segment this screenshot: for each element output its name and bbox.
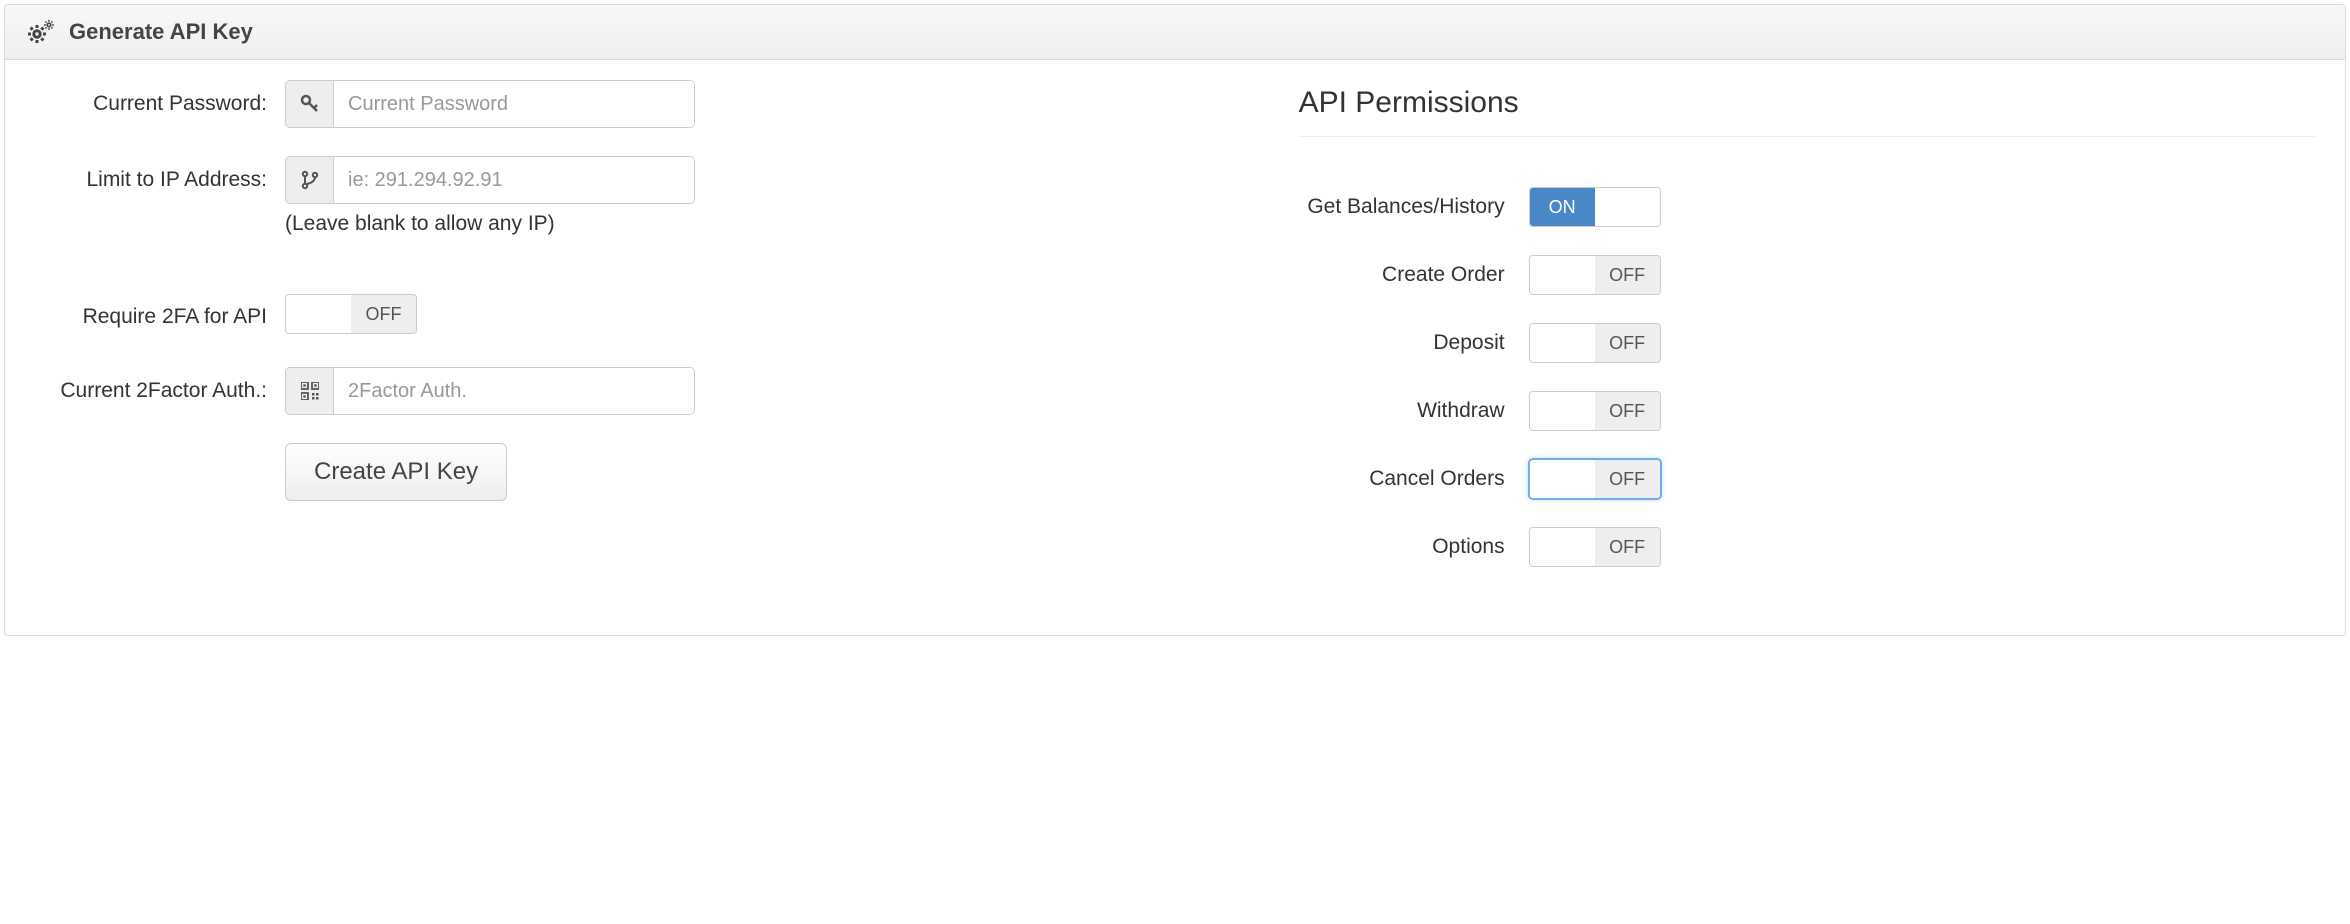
permission-toggle[interactable]: OFF — [1529, 391, 1661, 431]
toggle-off-label: OFF — [351, 295, 416, 333]
permission-label: Options — [1299, 535, 1529, 559]
ip-hint-row: (Leave blank to allow any IP) — [35, 212, 1239, 266]
permission-row: Options OFF — [1299, 527, 2315, 567]
toggle-off-label: OFF — [1595, 392, 1660, 430]
permission-label: Deposit — [1299, 331, 1529, 355]
require-2fa-label: Require 2FA for API — [35, 305, 285, 329]
ip-hint: (Leave blank to allow any IP) — [285, 212, 695, 236]
require-2fa-row: Require 2FA for API OFF — [35, 294, 1239, 339]
toggle-empty-half — [1530, 392, 1595, 430]
toggle-off-label: OFF — [1595, 460, 1660, 498]
permission-label: Create Order — [1299, 263, 1529, 287]
toggle-empty-half — [1595, 188, 1660, 226]
permission-toggle[interactable]: OFF — [1529, 527, 1661, 567]
permissions-list: Get Balances/HistoryONCreate OrderOFFDep… — [1299, 187, 2315, 567]
permission-label: Withdraw — [1299, 399, 1529, 423]
require-2fa-toggle[interactable]: OFF — [285, 294, 417, 334]
submit-row: Create API Key — [35, 443, 1239, 501]
toggle-empty-half — [286, 295, 351, 333]
panel-header: Generate API Key — [5, 5, 2345, 60]
ip-input[interactable] — [334, 157, 694, 203]
permission-row: Withdraw OFF — [1299, 391, 2315, 431]
password-input[interactable] — [334, 81, 694, 127]
permission-toggle[interactable]: OFF — [1529, 323, 1661, 363]
permission-row: Get Balances/HistoryON — [1299, 187, 2315, 227]
password-label: Current Password: — [35, 92, 285, 116]
panel-title: Generate API Key — [69, 19, 253, 45]
twofactor-label: Current 2Factor Auth.: — [35, 379, 285, 403]
create-api-key-button[interactable]: Create API Key — [285, 443, 507, 501]
toggle-on-label: ON — [1530, 188, 1595, 226]
toggle-off-label: OFF — [1595, 256, 1660, 294]
permission-toggle[interactable]: ON — [1529, 187, 1661, 227]
toggle-off-label: OFF — [1595, 528, 1660, 566]
ip-input-group — [285, 156, 695, 204]
permission-row: Cancel Orders OFF — [1299, 459, 2315, 499]
password-row: Current Password: — [35, 80, 1239, 128]
toggle-off-label: OFF — [1595, 324, 1660, 362]
toggle-empty-half — [1530, 528, 1595, 566]
generate-api-key-panel: Generate API Key Current Password: — [4, 4, 2346, 636]
qrcode-icon — [286, 368, 334, 414]
api-key-form: Current Password: — [5, 80, 1269, 595]
panel-body: Current Password: — [5, 60, 2345, 635]
gears-icon — [27, 20, 55, 44]
password-input-group — [285, 80, 695, 128]
branch-icon — [286, 157, 334, 203]
permission-label: Cancel Orders — [1299, 467, 1529, 491]
toggle-empty-half — [1530, 460, 1595, 498]
twofactor-input-group — [285, 367, 695, 415]
permission-row: Create Order OFF — [1299, 255, 2315, 295]
toggle-empty-half — [1530, 256, 1595, 294]
permission-label: Get Balances/History — [1299, 195, 1529, 219]
permission-toggle[interactable]: OFF — [1529, 459, 1661, 499]
key-icon — [286, 81, 334, 127]
toggle-empty-half — [1530, 324, 1595, 362]
ip-label: Limit to IP Address: — [35, 168, 285, 192]
permissions-title: API Permissions — [1299, 86, 2315, 137]
api-permissions-section: API Permissions Get Balances/HistoryON Cr… — [1269, 80, 2345, 595]
twofactor-row: Current 2Factor Auth.: — [35, 367, 1239, 415]
ip-row: Limit to IP Address: — [35, 156, 1239, 204]
permission-row: Deposit OFF — [1299, 323, 2315, 363]
twofactor-input[interactable] — [334, 368, 694, 414]
permission-toggle[interactable]: OFF — [1529, 255, 1661, 295]
